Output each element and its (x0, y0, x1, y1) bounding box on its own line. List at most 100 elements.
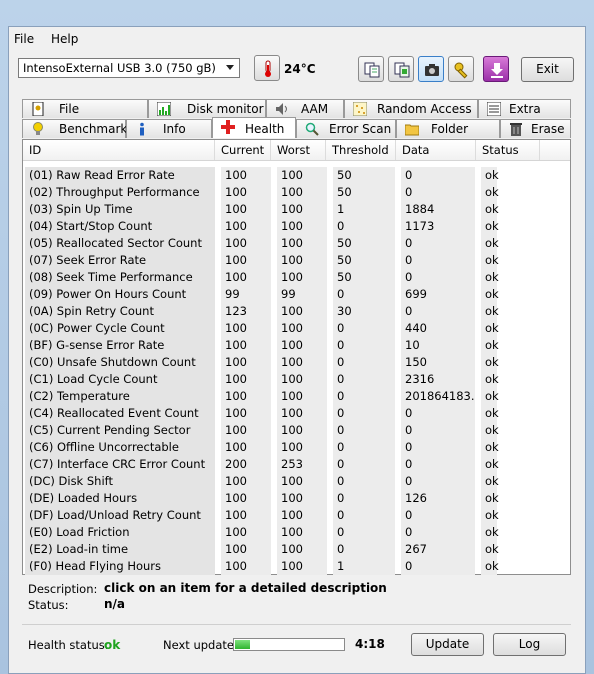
tab-aam[interactable]: AAM (266, 99, 344, 118)
tab-extra-tests[interactable]: Extra tests (478, 99, 571, 134)
cell-status: ok (481, 337, 499, 354)
table-row[interactable]: (01) Raw Read Error Rate 100 100 50 0 ok (23, 167, 570, 184)
column-status[interactable]: Status (476, 140, 540, 160)
cell-threshold: 0 (333, 490, 395, 507)
cell-current: 100 (221, 405, 271, 422)
cell-threshold: 50 (333, 167, 395, 184)
cell-current: 100 (221, 439, 271, 456)
cell-current: 100 (221, 422, 271, 439)
column-id[interactable]: ID (23, 140, 215, 160)
screenshot-button[interactable] (418, 56, 444, 82)
smart-table: ID Current Worst Threshold Data Status (… (22, 139, 571, 575)
table-row[interactable]: (E2) Load-in time 100 100 0 267 ok (23, 541, 570, 558)
cell-data: 0 (401, 405, 475, 422)
health-status-value: ok (104, 638, 121, 652)
cell-data: 1173 (401, 218, 475, 235)
cell-status: ok (481, 541, 499, 558)
column-worst[interactable]: Worst (271, 140, 326, 160)
column-current[interactable]: Current (215, 140, 271, 160)
table-row[interactable]: (0A) Spin Retry Count 123 100 30 0 ok (23, 303, 570, 320)
table-row[interactable]: (E0) Load Friction 100 100 0 0 ok (23, 524, 570, 541)
table-row[interactable]: (C2) Temperature 100 100 0 201864183... ok (23, 388, 570, 405)
cell-id: (C1) Load Cycle Count (25, 371, 215, 388)
table-row[interactable]: (BF) G-sense Error Rate 100 100 0 10 ok (23, 337, 570, 354)
table-row[interactable]: (C5) Current Pending Sector 100 100 0 0 ok (23, 422, 570, 439)
tab-benchmark[interactable]: Benchmark (22, 119, 127, 138)
update-button[interactable]: Update (411, 633, 484, 656)
tab-row-top: File Benchmark Disk monitor AAM Random A… (22, 99, 571, 134)
table-row[interactable]: (02) Throughput Performance 100 100 50 0 ok (23, 184, 570, 201)
table-row[interactable]: (DC) Disk Shift 100 100 0 0 ok (23, 473, 570, 490)
next-update-time: 4:18 (355, 637, 385, 651)
cell-worst: 100 (277, 303, 327, 320)
cell-id: (DF) Load/Unload Retry Count (25, 507, 215, 524)
table-row[interactable]: (F0) Head Flying Hours 100 100 1 0 ok (23, 558, 570, 575)
table-row[interactable]: (09) Power On Hours Count 99 99 0 699 ok (23, 286, 570, 303)
trash-icon (510, 123, 522, 136)
tab-folder-usage[interactable]: Folder Usage (396, 119, 500, 154)
options-button[interactable] (448, 56, 474, 82)
table-row[interactable]: (05) Reallocated Sector Count 100 100 50 0 ok (23, 235, 570, 252)
file-benchmark-icon (32, 102, 44, 116)
cell-status: ok (481, 422, 499, 439)
download-button[interactable] (483, 56, 509, 82)
tab-disk-monitor[interactable]: Disk monitor (148, 99, 266, 118)
cell-data: 0 (401, 167, 475, 184)
column-threshold[interactable]: Threshold (326, 140, 396, 160)
cell-data: 0 (401, 558, 475, 575)
drive-select[interactable]: IntensoExternal USB 3.0 (750 gB) (18, 58, 240, 78)
cell-worst: 100 (277, 558, 327, 575)
cell-threshold: 0 (333, 354, 395, 371)
tab-health[interactable]: Health (212, 117, 296, 138)
column-data[interactable]: Data (396, 140, 476, 160)
cell-current: 100 (221, 524, 271, 541)
cell-worst: 100 (277, 388, 327, 405)
table-row[interactable]: (0C) Power Cycle Count 100 100 0 440 ok (23, 320, 570, 337)
cell-current: 100 (221, 354, 271, 371)
cell-data: 0 (401, 473, 475, 490)
cell-status: ok (481, 371, 499, 388)
table-row[interactable]: (04) Start/Stop Count 100 100 0 1173 ok (23, 218, 570, 235)
tab-file-benchmark[interactable]: File Benchmark (22, 99, 148, 134)
thermometer-icon (265, 60, 271, 77)
tab-info[interactable]: Info (126, 119, 212, 138)
tab-random-access[interactable]: Random Access (344, 99, 478, 118)
exit-button[interactable]: Exit (521, 57, 574, 82)
speaker-icon (276, 103, 287, 115)
thermometer-button[interactable] (254, 55, 280, 81)
cell-current: 99 (221, 286, 271, 303)
cell-current: 100 (221, 473, 271, 490)
table-row[interactable]: (DF) Load/Unload Retry Count 100 100 0 0 ok (23, 507, 570, 524)
download-icon (491, 63, 503, 78)
table-row[interactable]: (C6) Offline Uncorrectable 100 100 0 0 ok (23, 439, 570, 456)
cell-worst: 100 (277, 405, 327, 422)
cell-worst: 100 (277, 218, 327, 235)
tab-erase[interactable]: Erase (500, 119, 571, 138)
cell-worst: 100 (277, 371, 327, 388)
copy-all-button[interactable] (388, 56, 414, 82)
menu-help[interactable]: Help (51, 32, 78, 46)
cell-id: (03) Spin Up Time (25, 201, 215, 218)
cell-current: 100 (221, 252, 271, 269)
table-row[interactable]: (08) Seek Time Performance 100 100 50 0 ok (23, 269, 570, 286)
table-row[interactable]: (C1) Load Cycle Count 100 100 0 2316 ok (23, 371, 570, 388)
cell-status: ok (481, 354, 499, 371)
cell-id: (BF) G-sense Error Rate (25, 337, 215, 354)
cell-worst: 100 (277, 167, 327, 184)
cell-id: (C0) Unsafe Shutdown Count (25, 354, 215, 371)
table-row[interactable]: (C0) Unsafe Shutdown Count 100 100 0 150 ok (23, 354, 570, 371)
log-button[interactable]: Log (493, 633, 566, 656)
tab-error-scan[interactable]: Error Scan (296, 119, 396, 138)
table-row[interactable]: (03) Spin Up Time 100 100 1 1884 ok (23, 201, 570, 218)
copy-button[interactable] (358, 56, 384, 82)
table-row[interactable]: (C7) Interface CRC Error Count 200 253 0 0 ok (23, 456, 570, 473)
cell-worst: 100 (277, 354, 327, 371)
table-row[interactable]: (DE) Loaded Hours 100 100 0 126 ok (23, 490, 570, 507)
table-body: (01) Raw Read Error Rate 100 100 50 0 ok (02) … (23, 167, 570, 575)
table-row[interactable]: (C4) Reallocated Event Count 100 100 0 0 ok (23, 405, 570, 422)
cell-id: (08) Seek Time Performance (25, 269, 215, 286)
cell-status: ok (481, 439, 499, 456)
menu-file[interactable]: File (14, 32, 34, 46)
table-row[interactable]: (07) Seek Error Rate 100 100 50 0 ok (23, 252, 570, 269)
cell-threshold: 0 (333, 541, 395, 558)
